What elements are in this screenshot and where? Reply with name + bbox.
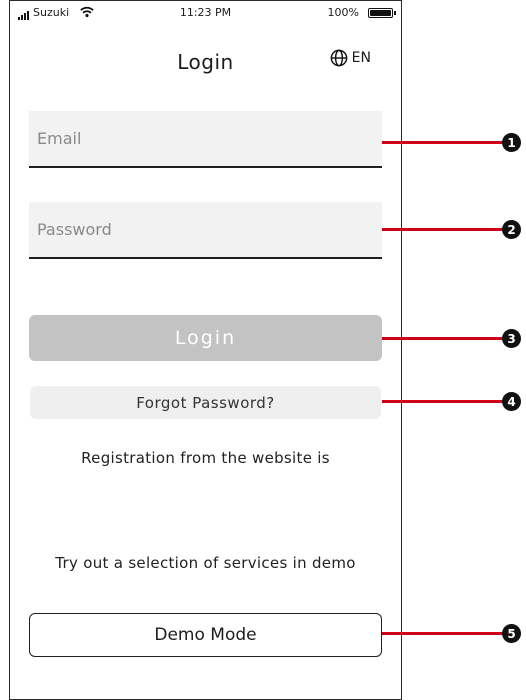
forgot-password-label: Forgot Password? (136, 393, 275, 412)
callout-line-1 (382, 141, 503, 144)
phone-screen: Suzuki 11:23 PM 100% Login EN Email Pass… (9, 0, 402, 700)
login-button-label: Login (174, 327, 237, 349)
globe-icon (330, 49, 348, 67)
email-field[interactable]: Email (29, 111, 382, 168)
registration-note: Registration from the website is (81, 449, 330, 467)
demo-mode-button[interactable]: Demo Mode (29, 613, 382, 657)
callout-line-5 (382, 632, 503, 635)
battery-percent: 100% (327, 6, 359, 19)
battery-fill (370, 10, 391, 16)
demo-mode-label: Demo Mode (154, 625, 257, 645)
callout-number-1: 1 (502, 133, 521, 152)
email-placeholder: Email (37, 129, 82, 148)
battery-cap (394, 11, 396, 15)
battery-icon (368, 8, 393, 18)
callout-number-5: 5 (502, 624, 521, 643)
password-placeholder: Password (37, 220, 112, 239)
callout-number-2: 2 (502, 220, 521, 239)
demo-description: Try out a selection of services in demo (55, 554, 356, 572)
callout-line-3 (382, 337, 503, 340)
password-field[interactable]: Password (29, 202, 382, 259)
callout-number-3: 3 (502, 329, 521, 348)
language-label: EN (351, 50, 371, 66)
callout-line-2 (382, 228, 503, 231)
language-selector[interactable]: EN (330, 49, 371, 67)
callout-number-4: 4 (502, 392, 521, 411)
forgot-password-button[interactable]: Forgot Password? (30, 386, 381, 419)
status-bar: Suzuki 11:23 PM 100% (10, 1, 401, 27)
login-button[interactable]: Login (29, 315, 382, 361)
callout-line-4 (382, 400, 503, 403)
